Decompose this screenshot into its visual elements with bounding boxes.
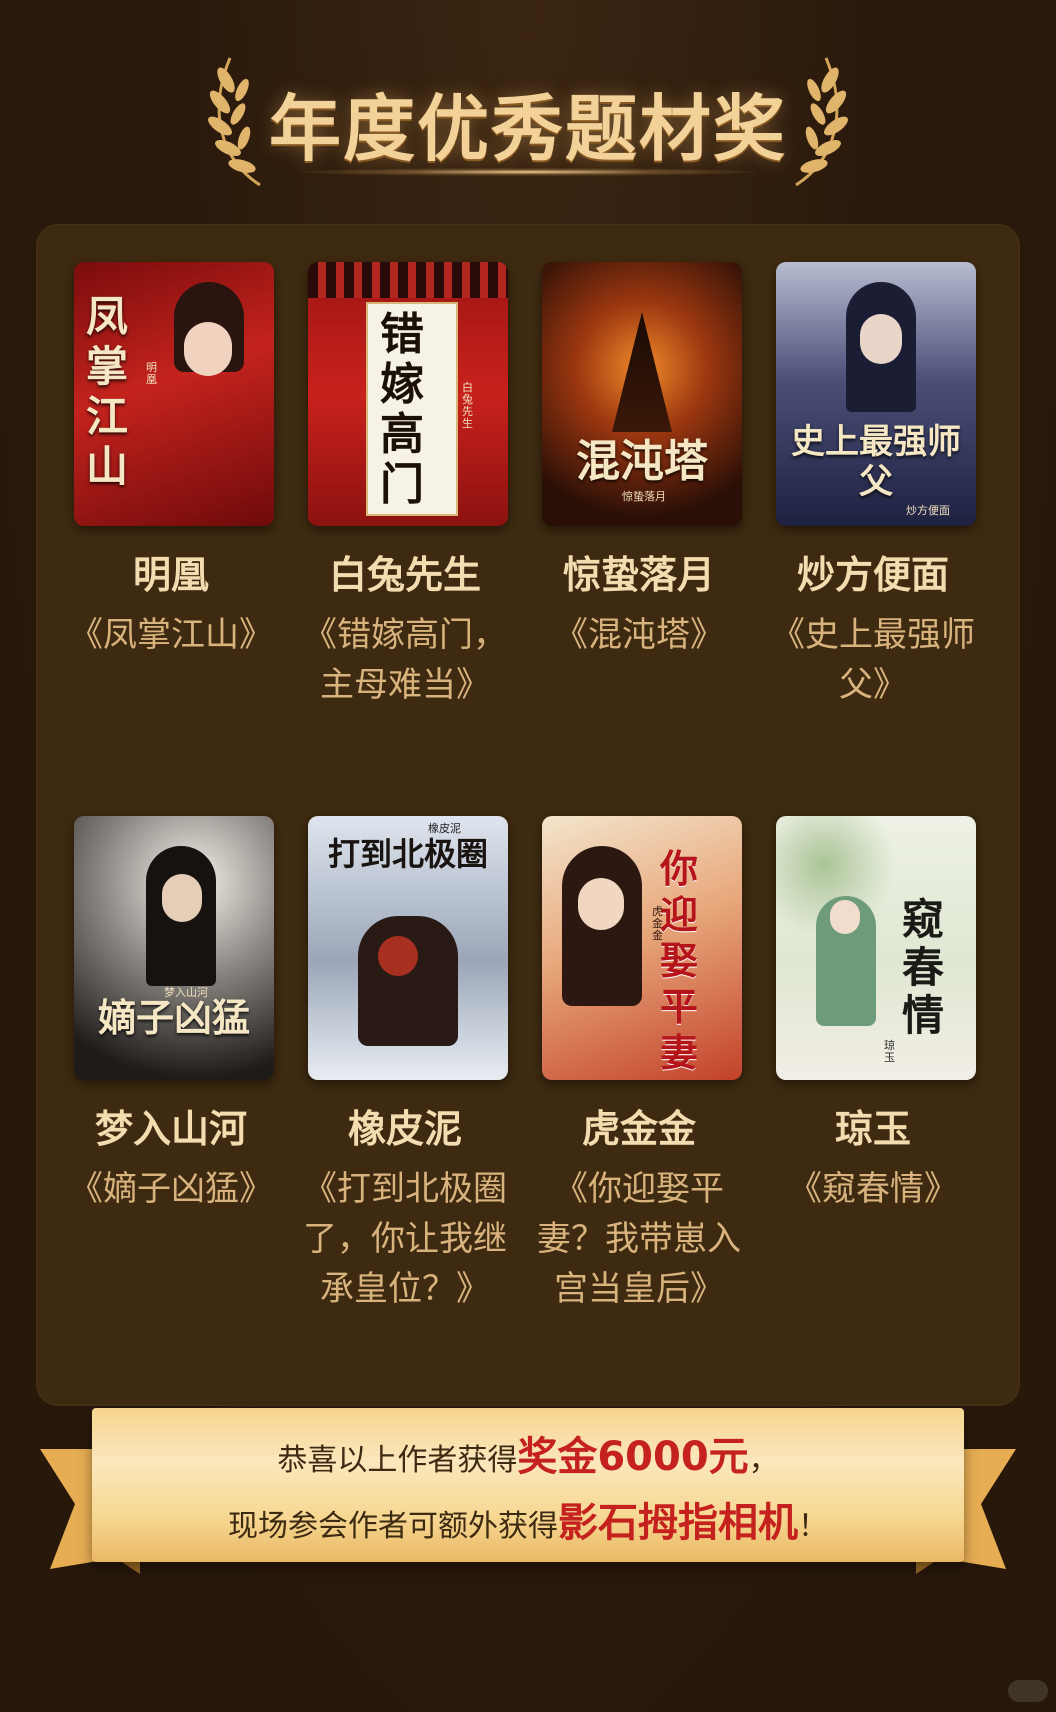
book-cover[interactable]: 错嫁高门 白兔先生 bbox=[308, 262, 508, 526]
watermark-logo bbox=[1008, 1680, 1048, 1702]
book-title: 《史上最强师父》 bbox=[771, 615, 975, 705]
prize-gift: 影石拇指相机 bbox=[558, 1500, 798, 1546]
page-title: 年度优秀题材奖 bbox=[268, 86, 787, 171]
author-name: 白兔先生 bbox=[328, 553, 481, 597]
author-name: 梦入山河 bbox=[94, 1107, 247, 1151]
laurel-right-icon bbox=[795, 57, 848, 187]
book-title: 《你迎娶平妻？我带崽入宫当皇后》 bbox=[537, 1169, 741, 1309]
author-name: 惊蛰落月 bbox=[562, 553, 715, 597]
winners-panel: 凤掌江山 明凰 明凰 《凤掌江山》 错嫁高门 白兔先生 白兔先生 《错嫁高门，主… bbox=[36, 224, 1020, 1406]
ribbon-banner: 恭喜以上作者获得奖金6000元， 现场参会作者可额外获得影石拇指相机！ bbox=[92, 1408, 964, 1562]
book-title: 《凤掌江山》 bbox=[69, 615, 273, 655]
book-cover[interactable]: 混沌塔 惊蛰落月 bbox=[542, 262, 742, 526]
author-name: 橡皮泥 bbox=[347, 1107, 462, 1151]
book-cover[interactable]: 你迎娶平妻 虎金金 bbox=[542, 816, 742, 1080]
author-name: 虎金金 bbox=[581, 1107, 696, 1151]
book-title: 《错嫁高门，主母难当》 bbox=[303, 615, 507, 705]
book-cover[interactable]: 嫡子凶猛 梦入山河 bbox=[74, 816, 274, 1080]
author-name: 炒方便面 bbox=[796, 553, 949, 597]
book-cover[interactable]: 打到北极圈 橡皮泥 bbox=[308, 816, 508, 1080]
book-cover[interactable]: 凤掌江山 明凰 bbox=[74, 262, 274, 526]
book-title: 《窥春情》 bbox=[788, 1169, 958, 1209]
prize-amount: 奖金6000元 bbox=[517, 1434, 749, 1480]
award-page: 年度优秀题材奖 凤掌江山 明凰 明凰 《凤掌江山》 错嫁高门 白兔先生 白兔先生… bbox=[0, 0, 1056, 1712]
prize-line-1: 恭喜以上作者获得奖金6000元， bbox=[277, 1434, 779, 1480]
book-title: 《打到北极圈了，你让我继承皇位？》 bbox=[303, 1169, 507, 1309]
book-title: 《混沌塔》 bbox=[554, 615, 724, 655]
title-underline-glow bbox=[300, 168, 756, 176]
award-header: 年度优秀题材奖 bbox=[0, 40, 1056, 200]
book-cover[interactable]: 窥春情 琼玉 bbox=[776, 816, 976, 1080]
book-title: 《嫡子凶猛》 bbox=[69, 1169, 273, 1209]
prize-line-2: 现场参会作者可额外获得影石拇指相机！ bbox=[228, 1500, 828, 1546]
prize-ribbon: 恭喜以上作者获得奖金6000元， 现场参会作者可额外获得影石拇指相机！ bbox=[0, 1404, 1056, 1594]
book-cover[interactable]: 史上最强师父 炒方便面 bbox=[776, 262, 976, 526]
author-name: 明凰 bbox=[132, 553, 209, 597]
author-name: 琼玉 bbox=[834, 1107, 911, 1151]
